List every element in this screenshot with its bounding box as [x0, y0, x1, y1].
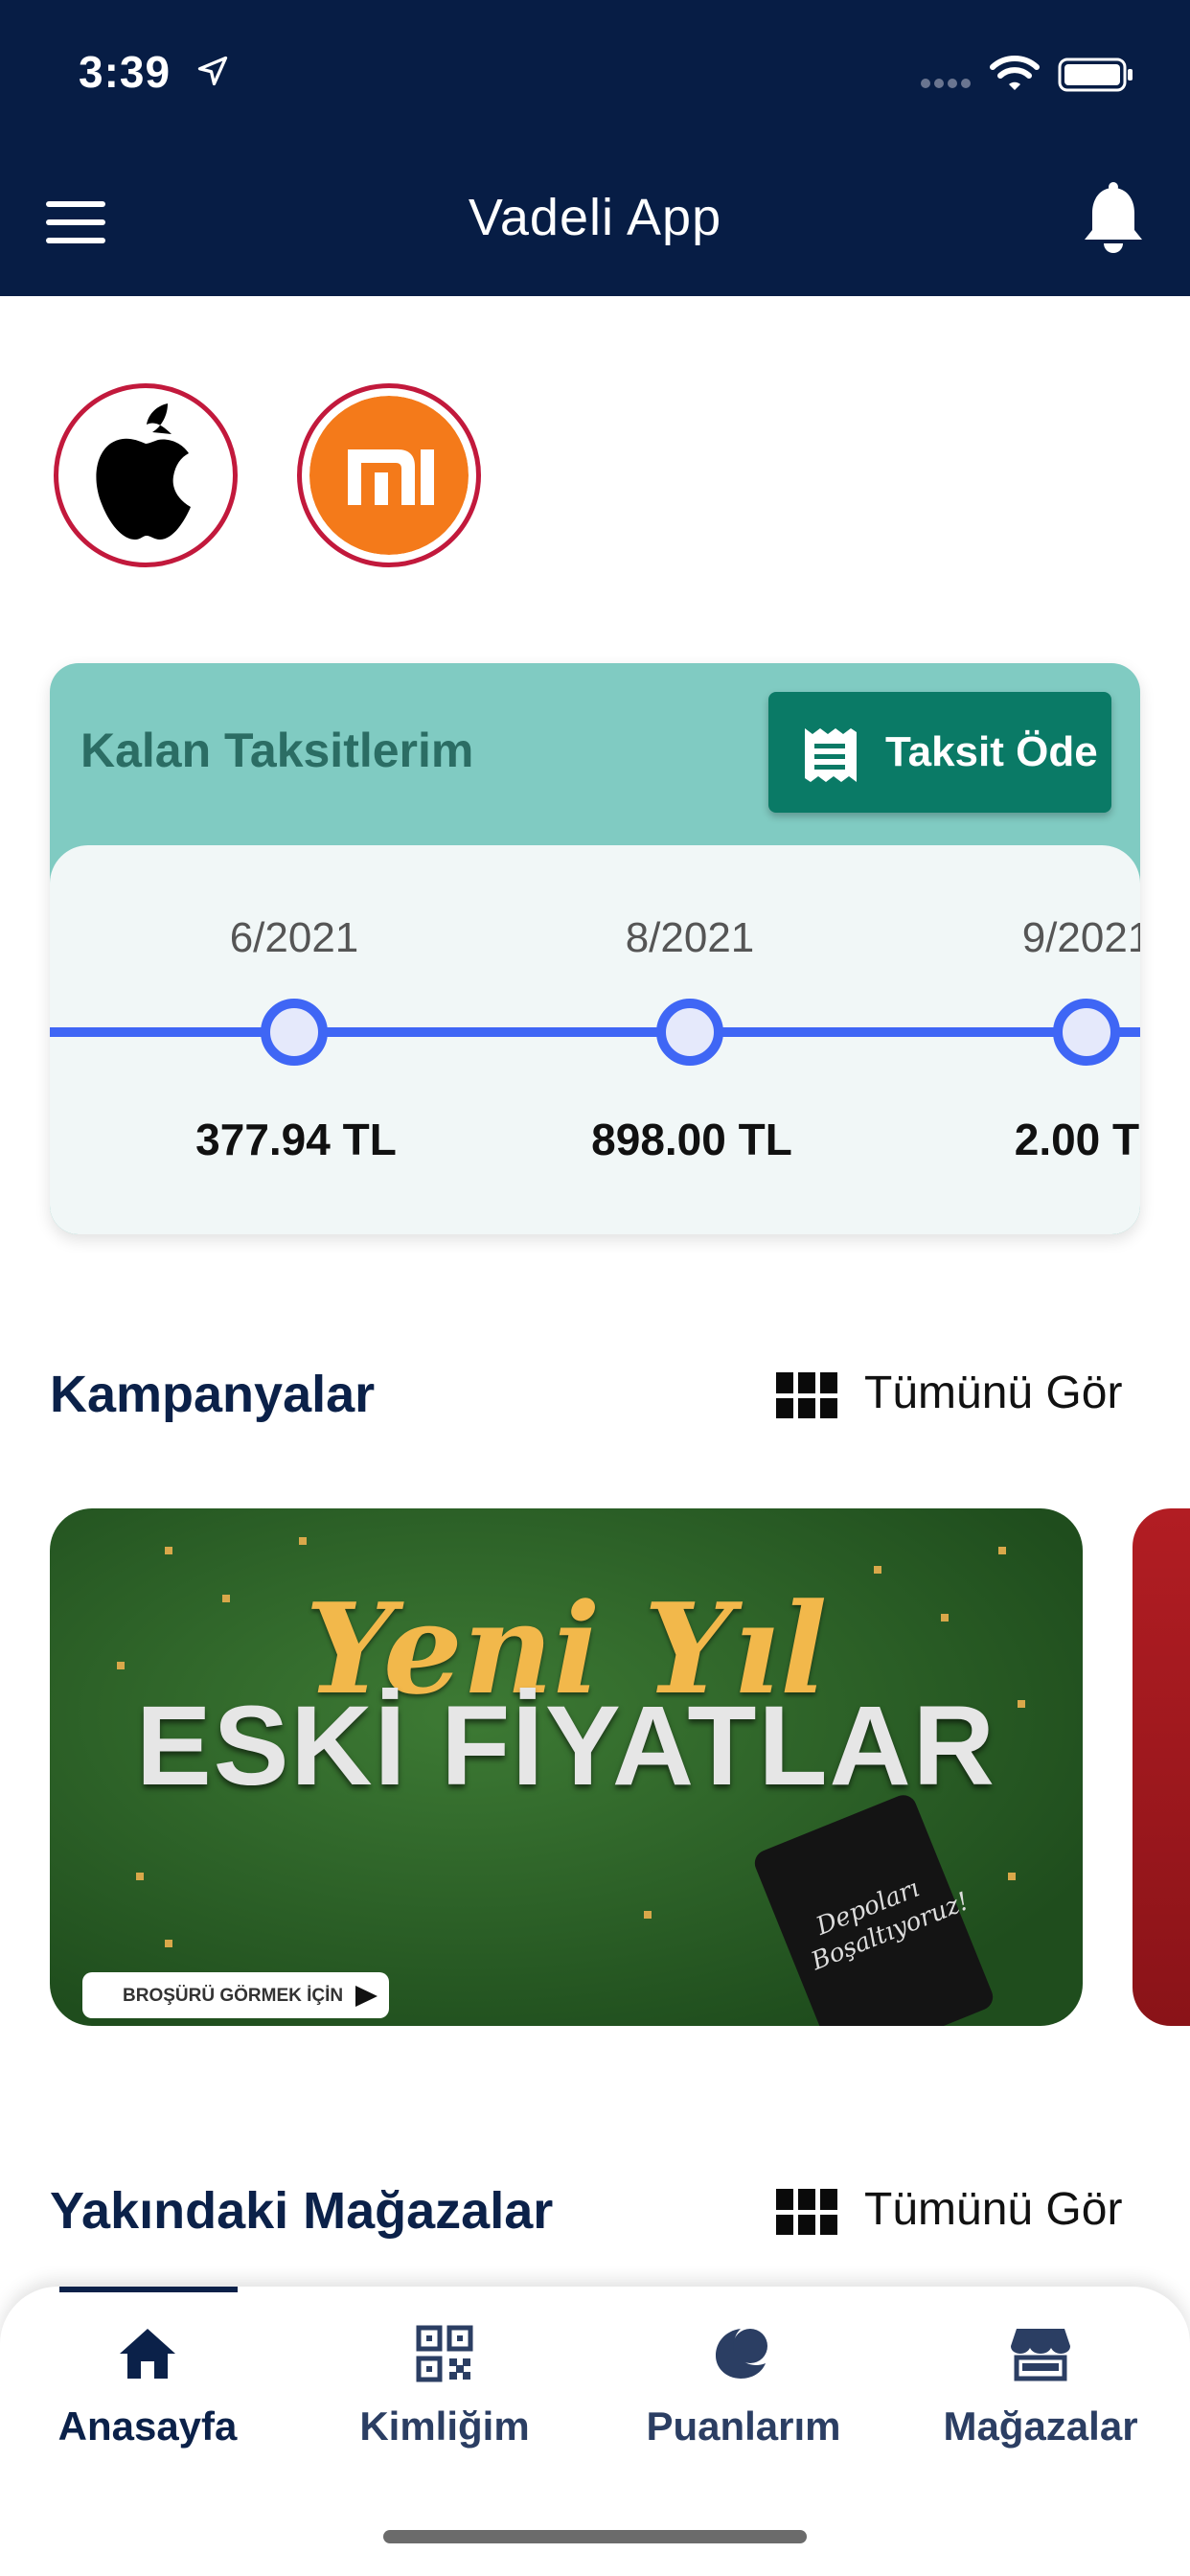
pay-installment-button[interactable]: Taksit Öde — [768, 692, 1111, 813]
installment-amount: 377.94 TL — [195, 1115, 397, 1164]
nav-identity[interactable]: Kimliğim — [320, 2315, 569, 2450]
banner-cta-button[interactable]: BROŞÜRÜ GÖRMEK İÇİN — [82, 1972, 389, 2018]
see-all-label: Tümünü Gör — [864, 2184, 1123, 2235]
moon-icon — [716, 2329, 767, 2379]
installment-amount: 898.00 TL — [591, 1115, 792, 1164]
nav-stores[interactable]: Mağazalar — [916, 2315, 1165, 2450]
nearby-stores-title: Yakındaki Mağazalar — [50, 2182, 554, 2240]
apple-logo-icon — [96, 403, 191, 540]
page-title: Vadeli App — [468, 189, 722, 246]
installments-timeline: 6/2021 377.94 TL 8/2021 898.00 TL 9/2021… — [50, 845, 1140, 1234]
see-all-label: Tümünü Gör — [864, 1368, 1123, 1418]
cellular-signal-icon — [921, 79, 971, 88]
xiaomi-logo-icon — [309, 396, 469, 555]
grid-icon — [776, 1372, 837, 1418]
timeline-line — [50, 1027, 1140, 1037]
installment-dot[interactable] — [261, 999, 328, 1066]
nav-points[interactable]: Puanlarım — [619, 2315, 868, 2450]
home-indicator[interactable] — [383, 2530, 807, 2543]
app-header: Vadeli App — [0, 144, 1190, 296]
qr-code-icon — [416, 2325, 473, 2382]
installment-amount: 2.00 TL — [1014, 1115, 1140, 1164]
banner-subheadline: ESKİ FİYATLAR — [136, 1683, 996, 1809]
grid-icon — [776, 2189, 837, 2235]
banner-price-tag: Depoları Boşaltıyoruz! — [750, 1791, 997, 2026]
installment-date: 8/2021 — [625, 914, 755, 961]
status-time: 3:39 — [79, 47, 172, 97]
nav-home[interactable]: Anasayfa — [23, 2315, 272, 2450]
brand-apple[interactable] — [54, 383, 238, 567]
pay-installment-label: Taksit Öde — [885, 728, 1098, 775]
brand-xiaomi[interactable] — [297, 383, 481, 567]
installment-dot[interactable] — [656, 999, 723, 1066]
banner-cta-label: BROŞÜRÜ GÖRMEK İÇİN — [123, 1986, 344, 2006]
notification-bell-icon[interactable] — [1081, 182, 1146, 255]
installments-card: Kalan Taksitlerim Taksit Öde 6/2021 377.… — [50, 663, 1140, 1234]
installment-date: 6/2021 — [229, 914, 359, 961]
campaign-banner[interactable]: Yeni Yıl ESKİ FİYATLAR Depoları Boşaltıy… — [50, 1508, 1083, 2026]
battery-icon — [1058, 58, 1133, 92]
installment-dot[interactable] — [1053, 999, 1120, 1066]
installment-date: 9/2021 — [1021, 914, 1140, 961]
home-icon — [120, 2329, 175, 2379]
status-bar: 3:39 — [0, 0, 1190, 144]
active-tab-indicator — [59, 2287, 238, 2292]
wifi-icon — [990, 56, 1040, 90]
installments-title: Kalan Taksitlerim — [80, 724, 474, 777]
receipt-icon — [805, 728, 857, 782]
campaign-banner-next[interactable] — [1133, 1508, 1190, 2026]
nav-label: Mağazalar — [943, 2404, 1138, 2449]
nav-label: Kimliğim — [359, 2404, 530, 2449]
store-icon — [1011, 2329, 1070, 2381]
nav-label: Anasayfa — [57, 2404, 238, 2449]
campaigns-title: Kampanyalar — [50, 1366, 376, 1423]
play-icon — [355, 1986, 378, 2007]
location-arrow-icon — [197, 56, 228, 86]
banner-tag-text: Depoları Boşaltıyoruz! — [807, 1874, 973, 1977]
nav-label: Puanlarım — [646, 2404, 841, 2449]
